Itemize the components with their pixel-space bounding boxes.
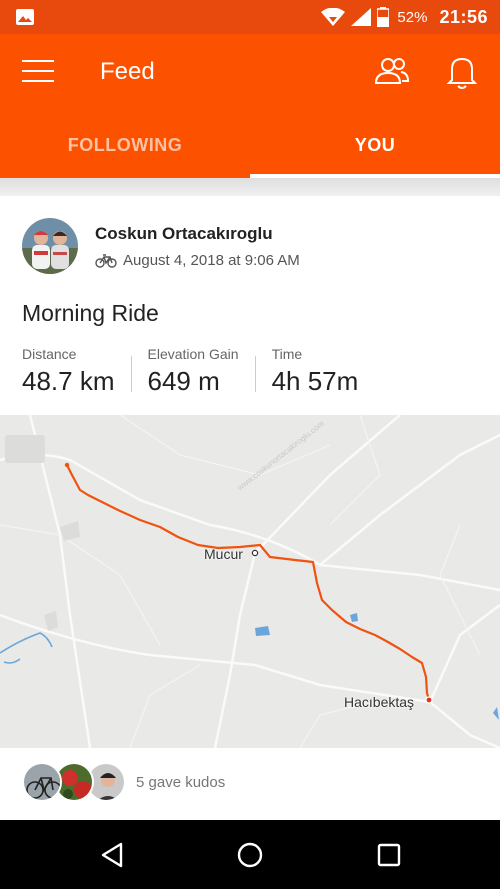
signal-icon	[351, 8, 372, 26]
divider	[0, 178, 500, 196]
status-bar: 52% 21:56	[0, 0, 500, 34]
page-title: Feed	[100, 58, 155, 85]
stat-label: Elevation Gain	[147, 346, 239, 362]
stat-divider	[130, 356, 132, 392]
stat-divider	[254, 356, 256, 392]
gallery-notification-icon	[16, 9, 34, 25]
route-map[interactable]: www.coskunortacakiroglu.com Mucur Hacıbe…	[0, 415, 500, 748]
map-place-label: Mucur	[204, 546, 243, 562]
activity-meta: August 4, 2018 at 9:06 AM	[95, 252, 300, 269]
stat-value: 4h 57m	[271, 366, 359, 396]
kudos-avatar	[22, 762, 62, 802]
map-place-label: Hacıbektaş	[344, 694, 415, 710]
battery-percent: 52%	[397, 8, 428, 26]
map-background: www.coskunortacakiroglu.com	[0, 415, 500, 748]
system-nav-bar	[0, 820, 500, 889]
back-icon[interactable]	[97, 840, 127, 870]
stat-value: 48.7 km	[22, 366, 115, 396]
tab-you[interactable]: YOU	[250, 112, 500, 178]
stat-label: Time	[271, 346, 303, 362]
kudos-row[interactable]: 5 gave kudos	[0, 748, 500, 820]
athlete-name[interactable]: Coskun Ortacakıroglu	[95, 224, 273, 244]
battery-icon	[377, 7, 390, 27]
recents-icon[interactable]	[374, 840, 404, 870]
stat-elevation-gain: Elevation Gain 649 m	[148, 346, 239, 396]
app-bar: Feed	[0, 34, 500, 112]
tab-following[interactable]: FOLLOWING	[0, 112, 250, 178]
find-friends-icon[interactable]	[374, 56, 410, 86]
menu-icon[interactable]	[22, 60, 56, 86]
home-icon[interactable]	[235, 840, 265, 870]
activity-stats: Distance 48.7 km Elevation Gain 649 m Ti…	[22, 346, 358, 396]
stat-label: Distance	[22, 346, 77, 362]
activity-date: August 4, 2018 at 9:06 AM	[123, 252, 300, 269]
activity-title[interactable]: Morning Ride	[22, 300, 159, 327]
stat-value: 649 m	[147, 366, 220, 396]
feed-tabs: FOLLOWING YOU	[0, 112, 500, 178]
clock: 21:56	[439, 6, 488, 27]
athlete-avatar[interactable]	[22, 218, 78, 274]
wifi-icon	[321, 8, 346, 26]
kudos-count[interactable]: 5 gave kudos	[136, 774, 225, 791]
stat-time: Time 4h 57m	[272, 346, 359, 396]
stat-distance: Distance 48.7 km	[22, 346, 115, 396]
notifications-bell-icon[interactable]	[446, 54, 478, 90]
activity-card[interactable]: Coskun Ortacakıroglu August 4, 2018 at 9…	[0, 196, 500, 820]
bike-icon	[95, 253, 117, 268]
